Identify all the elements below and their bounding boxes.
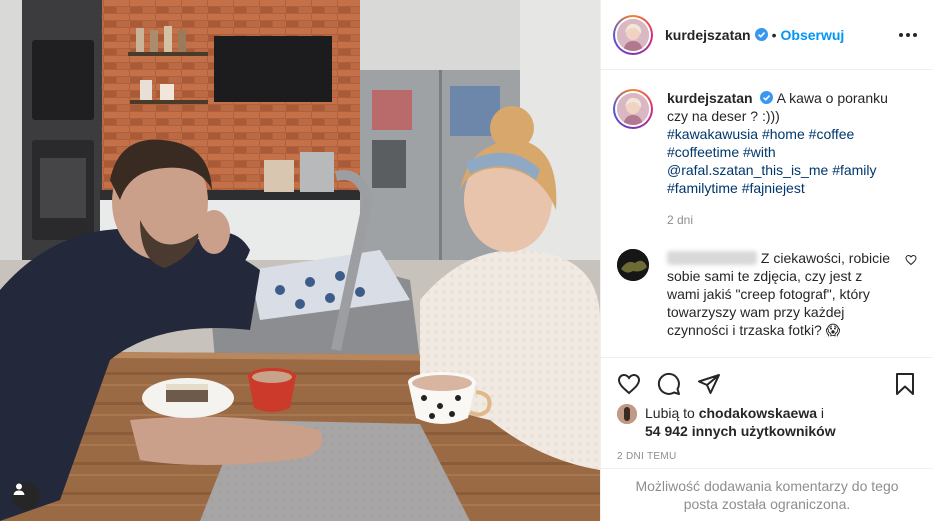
verified-badge-icon bbox=[760, 91, 774, 104]
verified-badge-icon bbox=[754, 28, 768, 41]
heart-icon[interactable] bbox=[617, 372, 641, 396]
caption-time[interactable]: 2 dni bbox=[667, 211, 907, 229]
post-caption: kurdejszatan A kawa o poranku czy na des… bbox=[613, 89, 917, 229]
commenter-avatar[interactable] bbox=[617, 249, 649, 281]
author-username[interactable]: kurdejszatan bbox=[665, 27, 751, 43]
post-photo[interactable] bbox=[0, 0, 600, 521]
hashtag[interactable]: #with bbox=[743, 144, 776, 160]
post-header: kurdejszatan • Obserwuj bbox=[601, 0, 933, 70]
author-avatar[interactable] bbox=[613, 14, 653, 55]
comment-text: Z ciekawości, robicie sobie sami te zdję… bbox=[667, 249, 895, 339]
commenter-username-redacted[interactable] bbox=[667, 251, 757, 265]
instagram-post: kurdejszatan • Obserwuj kurdejszatan A k… bbox=[0, 0, 933, 521]
action-bar bbox=[601, 357, 933, 396]
comment-item: Z ciekawości, robicie sobie sami te zdję… bbox=[613, 249, 917, 339]
likes-summary: Lubią to chodakowskaewa i 54 942 innych … bbox=[617, 404, 917, 440]
likes-prefix: Lubią to bbox=[645, 405, 695, 421]
liker-avatar[interactable] bbox=[617, 404, 637, 424]
separator-dot: • bbox=[771, 26, 777, 43]
mention-link[interactable]: @rafal.szatan_this_is_me bbox=[667, 162, 828, 178]
hashtag[interactable]: #family bbox=[832, 162, 876, 178]
bookmark-icon[interactable] bbox=[893, 372, 917, 396]
follow-button[interactable]: Obserwuj bbox=[781, 27, 845, 43]
comments-restricted-notice: Możliwość dodawania komentarzy do tego p… bbox=[601, 468, 933, 521]
post-timestamp[interactable]: 2 DNI TEMU bbox=[617, 451, 677, 462]
post-side-panel: kurdejszatan • Obserwuj kurdejszatan A k… bbox=[600, 0, 933, 521]
paper-plane-icon[interactable] bbox=[697, 372, 721, 396]
caption-author-avatar[interactable] bbox=[613, 89, 653, 129]
user-tag-icon[interactable] bbox=[12, 482, 40, 510]
comments-list[interactable]: kurdejszatan A kawa o poranku czy na des… bbox=[601, 71, 933, 357]
hashtag[interactable]: #coffeetime bbox=[667, 144, 739, 160]
comment-bubble-icon[interactable] bbox=[657, 372, 681, 396]
likes-count[interactable]: 54 942 innych użytkowników bbox=[645, 423, 836, 439]
comment-like-heart-icon[interactable] bbox=[905, 249, 917, 339]
caption-text: kurdejszatan A kawa o poranku czy na des… bbox=[667, 89, 907, 229]
caption-username[interactable]: kurdejszatan bbox=[667, 90, 753, 106]
photo-illustration bbox=[0, 0, 600, 521]
hashtag[interactable]: #coffee bbox=[809, 126, 855, 142]
hashtag[interactable]: #fajniejest bbox=[742, 180, 805, 196]
hashtag[interactable]: #familytime bbox=[667, 180, 738, 196]
likes-conj: i bbox=[820, 405, 825, 421]
hashtag[interactable]: #kawakawusia bbox=[667, 126, 758, 142]
liker-username[interactable]: chodakowskaewa bbox=[699, 405, 817, 421]
more-options-icon[interactable] bbox=[899, 27, 917, 43]
hashtag[interactable]: #home bbox=[762, 126, 805, 142]
